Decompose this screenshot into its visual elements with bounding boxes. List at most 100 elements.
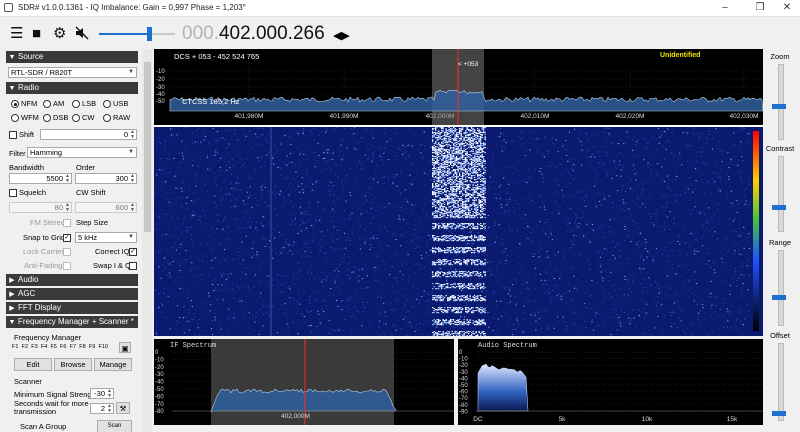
manage-button[interactable]: Manage [94,358,132,371]
waterfall-noise [216,130,218,132]
shift-input[interactable]: 0 ▲ ▼ [40,129,137,140]
volume-slider-thumb[interactable] [147,27,152,41]
shift-checkbox[interactable] [9,131,17,139]
spin-icon[interactable]: ▲ ▼ [65,203,70,213]
waterfall-noise [198,335,200,336]
mode-wfm-radio[interactable] [11,114,19,122]
waterfall-noise [559,278,561,279]
fkey-button[interactable]: F8 [79,344,85,350]
stop-icon[interactable]: ■ [32,26,41,42]
spectrum-panel[interactable]: -10-20-30-40-50401,980M401,990M402,000M4… [154,49,763,125]
waterfall-noise [445,293,447,295]
mode-cw-radio[interactable] [72,114,80,122]
snap-checkbox[interactable]: ✓ [63,234,71,242]
waterfall-noise [523,239,525,241]
correctiq-checkbox[interactable]: ✓ [129,248,137,256]
waterfall-noise [741,334,743,336]
section-audio-header[interactable]: ▶ Audio [6,274,138,286]
mute-icon[interactable] [75,26,89,44]
squelch-checkbox[interactable] [9,189,17,197]
waterfall-plot[interactable] [154,127,763,336]
spin-icon[interactable]: ▲ ▼ [65,174,70,184]
waterfall-noise [199,258,201,260]
order-input[interactable]: 300 ▲ ▼ [75,173,137,184]
waterfall-noise [239,157,241,159]
waterfall-noise [597,270,599,272]
close-icon[interactable]: ✕ [772,0,800,16]
waterfall-noise [238,301,240,302]
frequency-step-icon[interactable]: ◀▶ [333,30,350,42]
bandwidth-input[interactable]: 5500 ▲ ▼ [9,173,72,184]
waterfall-noise [465,288,467,290]
mode-raw-radio[interactable] [103,114,111,122]
waterfall-noise [696,304,698,305]
waterfall-noise [647,250,649,252]
waterfall-noise [407,324,409,326]
waterfall-noise [417,303,419,305]
waterfall-noise [499,128,502,129]
waterfall-noise [298,167,300,169]
waterfall-noise [417,293,419,295]
waterfall-signal [477,128,479,130]
filter-select[interactable]: Hamming ▼ [27,147,137,158]
spin-icon[interactable]: ▲ ▼ [130,203,135,213]
minimize-icon[interactable]: – [710,0,740,16]
waterfall-noise [513,329,515,330]
section-freqmgr-header[interactable]: ▼ Frequency Manager + Scanner * [6,316,138,328]
mode-lsb-radio[interactable] [72,100,80,108]
menu-icon[interactable]: ☰ [10,26,23,42]
browse-button[interactable]: Browse [54,358,92,371]
waterfall-noise [737,169,739,171]
volume-slider[interactable] [99,27,175,41]
fkey-button[interactable]: F2 [22,344,28,350]
waterfall-noise [492,170,494,172]
waterfall-noise [248,177,250,179]
mode-nfm-radio[interactable] [11,100,19,108]
fkey-button[interactable]: F3 [31,344,37,350]
waterfall-noise [397,298,399,300]
edit-button[interactable]: Edit [14,358,52,371]
fmstereo-checkbox[interactable] [63,219,71,227]
minsig-input[interactable]: -30 ▲ ▼ [90,388,114,399]
squelch-input[interactable]: 80 ▲ ▼ [9,202,72,213]
mode-usb-radio[interactable] [103,100,111,108]
source-select[interactable]: RTL-SDR / R820T ▼ [8,67,137,78]
waterfall-noise [237,139,239,141]
fkey-button[interactable]: F6 [60,344,66,350]
waterfall-panel[interactable] [154,127,763,336]
waterfall-noise [608,144,610,146]
fkey-button[interactable]: F9 [89,344,95,350]
fkey-button[interactable]: F7 [70,344,76,350]
fkey-button[interactable]: F4 [41,344,47,350]
mode-dsb-radio[interactable] [43,114,51,122]
section-source-header[interactable]: ▼ Source [6,51,138,63]
cwshift-input[interactable]: 600 ▲ ▼ [75,202,137,213]
mode-am-radio[interactable] [43,100,51,108]
fkey-button[interactable]: F10 [98,344,107,350]
spin-icon[interactable]: ▲ ▼ [107,404,112,414]
section-fft-header[interactable]: ▶ FFT Display [6,302,138,314]
lockcarrier-checkbox[interactable] [63,248,71,256]
section-radio-header[interactable]: ▼ Radio [6,82,138,94]
waterfall-noise [266,243,268,245]
antifading-checkbox[interactable] [63,262,71,270]
waterfall-noise [322,130,324,132]
section-agc-header[interactable]: ▶ AGC [6,288,138,300]
scan-frequencies-button[interactable]: Scan Frequencies [97,420,132,432]
fkey-button[interactable]: F5 [50,344,56,350]
panel-scrollbar-thumb[interactable] [144,62,151,232]
spin-icon[interactable]: ▲ ▼ [107,389,112,399]
swapiq-checkbox[interactable] [129,262,137,270]
wrench-icon[interactable]: ⚒ [116,402,130,414]
fkey-button[interactable]: F1 [12,344,18,350]
seconds-input[interactable]: 2 ▲ ▼ [90,403,114,414]
step-select[interactable]: 5 kHz ▼ [75,232,137,243]
camera-icon[interactable]: ▣ [119,342,131,353]
gear-icon[interactable]: ⚙ [53,26,66,42]
spin-icon[interactable]: ▲ ▼ [130,174,135,184]
waterfall-noise [643,317,646,318]
frequency-display[interactable]: 000.402.000.266 ◀▶ [182,23,350,45]
waterfall-noise [267,152,270,154]
restore-icon[interactable]: ❐ [745,0,775,16]
spin-icon[interactable]: ▲ ▼ [130,130,135,140]
